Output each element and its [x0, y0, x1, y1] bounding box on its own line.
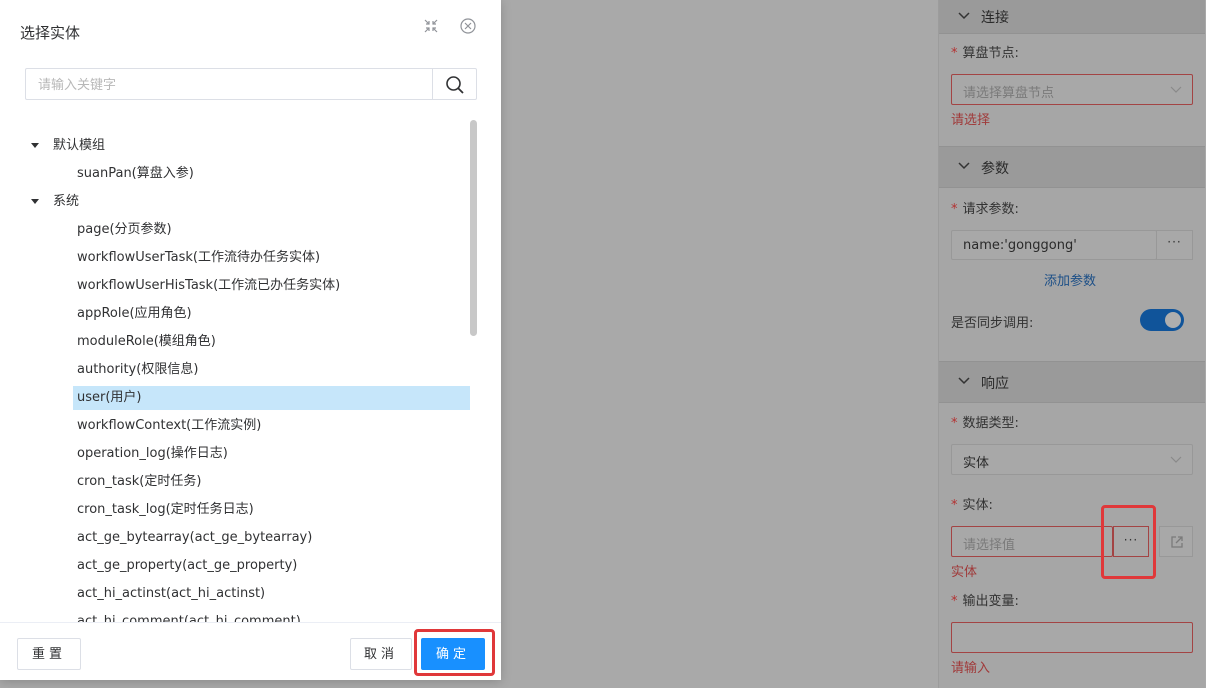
tree-node-label: act_hi_actinst(act_hi_actinst) — [77, 586, 266, 601]
cancel-button[interactable]: 取消 — [350, 638, 412, 670]
node-select[interactable]: 请选择算盘节点 — [951, 74, 1193, 105]
node-select-placeholder: 请选择算盘节点 — [963, 86, 1055, 101]
tree-node[interactable]: user(用户) — [25, 386, 471, 410]
entity-tree: 默认模组 suanPan(算盘入参) 系统 page(分页参数) workflowUse… — [25, 132, 471, 622]
sync-call-label: 是否同步调用: — [951, 316, 1034, 331]
node-error-text: 请选择 — [951, 113, 991, 128]
tree-node[interactable]: page(分页参数) — [25, 218, 471, 242]
entity-input[interactable]: 请选择值 — [951, 526, 1113, 557]
sync-call-toggle[interactable] — [1140, 309, 1184, 331]
caret-down-icon[interactable] — [31, 143, 39, 148]
tree-group[interactable]: 默认模组 — [25, 134, 471, 158]
section-header-connection[interactable]: 连接 — [939, 0, 1205, 34]
tree-node-label: 系统 — [53, 194, 80, 209]
tree-node-label: operation_log(操作日志) — [77, 446, 228, 461]
entity-open-button[interactable] — [1159, 526, 1193, 557]
tree-node-label: authority(权限信息) — [77, 362, 199, 377]
tree-node-label: workflowContext(工作流实例) — [77, 418, 262, 433]
tree-node-label: act_ge_property(act_ge_property) — [77, 558, 298, 573]
tree-node[interactable]: workflowContext(工作流实例) — [25, 414, 471, 438]
tree-node[interactable]: act_hi_actinst(act_hi_actinst) — [25, 582, 471, 606]
toggle-knob — [1165, 312, 1181, 328]
output-variable-input[interactable] — [951, 622, 1193, 653]
highlight-box-confirm — [414, 629, 495, 676]
reset-button[interactable]: 重置 — [17, 638, 81, 670]
tree-node[interactable]: authority(权限信息) — [25, 358, 471, 382]
tree-node[interactable]: suanPan(算盘入参) — [25, 162, 471, 186]
add-param-link[interactable]: 添加参数 — [1044, 270, 1096, 289]
tree-node[interactable]: act_ge_bytearray(act_ge_bytearray) — [25, 526, 471, 550]
tree-node[interactable]: workflowUserTask(工作流待办任务实体) — [25, 246, 471, 270]
request-params-value: name:'gonggong' — [963, 238, 1077, 253]
search-icon — [446, 76, 464, 94]
chevron-down-icon — [1170, 86, 1182, 93]
tree-scrollbar[interactable] — [470, 120, 477, 620]
tree-node-label: workflowUserHisTask(工作流已办任务实体) — [77, 278, 341, 293]
chevron-down-icon — [958, 162, 970, 170]
request-params-more-button[interactable]: ··· — [1156, 230, 1193, 260]
chevron-down-icon — [958, 377, 970, 385]
select-entity-dialog: 选择实体 默认模组 suanPan(算盘入参) 系统 page(分页参数) workfl… — [0, 0, 501, 680]
tree-node-label: cron_task(定时任务) — [77, 474, 202, 489]
entity-placeholder: 请选择值 — [963, 538, 1016, 553]
section-title-response: 响应 — [981, 376, 1009, 392]
field-label-node: * 算盘节点: — [951, 46, 1019, 61]
search-button[interactable] — [432, 69, 476, 99]
tree-node[interactable]: act_hi_comment(act_hi_comment) — [25, 610, 471, 622]
tree-node[interactable]: workflowUserHisTask(工作流已办任务实体) — [25, 274, 471, 298]
section-title-params: 参数 — [981, 161, 1009, 177]
datatype-select[interactable]: 实体 — [951, 444, 1193, 475]
section-header-params[interactable]: 参数 — [939, 146, 1205, 188]
external-link-icon — [1171, 536, 1183, 548]
tree-node-label: act_hi_comment(act_hi_comment) — [77, 614, 301, 622]
tree-node-label: workflowUserTask(工作流待办任务实体) — [77, 250, 321, 265]
tree-node-label: user(用户) — [77, 390, 142, 405]
close-icon[interactable] — [459, 17, 477, 35]
field-label-entity: * 实体: — [951, 498, 993, 513]
section-header-response[interactable]: 响应 — [939, 361, 1205, 403]
properties-panel: 连接 * 算盘节点: 请选择算盘节点 请选择 参数 * 请求参数: name:'go… — [938, 0, 1205, 688]
search-bar — [25, 68, 477, 100]
output-error-text: 请输入 — [951, 661, 991, 676]
tree-node[interactable]: operation_log(操作日志) — [25, 442, 471, 466]
field-label-request: * 请求参数: — [951, 202, 1019, 217]
tree-node-label: moduleRole(模组角色) — [77, 334, 216, 349]
search-input[interactable] — [26, 69, 434, 99]
tree-node[interactable]: cron_task_log(定时任务日志) — [25, 498, 471, 522]
tree-node-label: cron_task_log(定时任务日志) — [77, 502, 254, 517]
section-title-connection: 连接 — [981, 10, 1009, 26]
tree-node-label: act_ge_bytearray(act_ge_bytearray) — [77, 530, 313, 545]
tree-node[interactable]: moduleRole(模组角色) — [25, 330, 471, 354]
caret-down-icon[interactable] — [31, 199, 39, 204]
entity-error-text: 实体 — [951, 565, 978, 580]
highlight-box-entity-button — [1101, 505, 1156, 579]
tree-node[interactable]: act_ge_property(act_ge_property) — [25, 554, 471, 578]
tree-node[interactable]: cron_task(定时任务) — [25, 470, 471, 494]
chevron-down-icon — [1170, 456, 1182, 463]
dialog-title: 选择实体 — [20, 24, 81, 42]
tree-node-label: page(分页参数) — [77, 222, 172, 237]
field-label-output: * 输出变量: — [951, 594, 1019, 609]
tree-node-label: 默认模组 — [53, 138, 106, 153]
tree-group[interactable]: 系统 — [25, 190, 471, 214]
request-params-input[interactable]: name:'gonggong' — [951, 230, 1157, 260]
tree-scrollbar-thumb[interactable] — [470, 120, 477, 336]
chevron-down-icon — [958, 12, 970, 20]
datatype-value: 实体 — [963, 456, 990, 471]
field-label-datatype: * 数据类型: — [951, 416, 1019, 431]
tree-node-label: appRole(应用角色) — [77, 306, 192, 321]
tree-node-label: suanPan(算盘入参) — [77, 166, 194, 181]
tree-node[interactable]: appRole(应用角色) — [25, 302, 471, 326]
fullscreen-icon[interactable] — [422, 17, 440, 35]
